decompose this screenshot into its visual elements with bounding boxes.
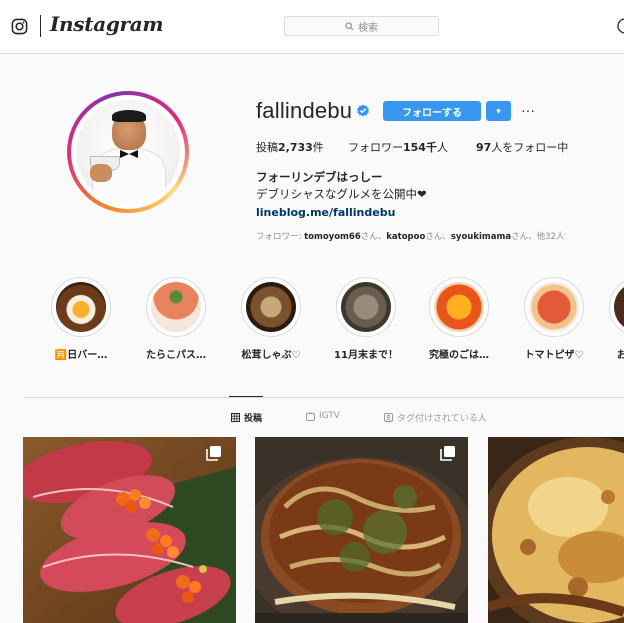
post-thumbnail[interactable] <box>488 437 624 623</box>
highlight-item[interactable]: 🈷️日バー… <box>41 277 121 361</box>
followed-by-user-1[interactable]: tomoyom66 <box>304 232 361 242</box>
highlight-cover <box>51 277 111 337</box>
highlight-cover <box>146 277 206 337</box>
profile-avatar[interactable] <box>67 91 189 213</box>
highlight-cover <box>336 277 396 337</box>
instagram-wordmark[interactable]: Instagram <box>50 12 164 36</box>
followers-count[interactable]: フォロワー154千人 <box>348 139 448 155</box>
verified-badge-icon <box>357 104 369 117</box>
followed-by-sep-3: さん、他32人 <box>511 232 565 242</box>
highlight-label: 究極のごは… <box>429 350 489 361</box>
multiple-photos-icon <box>440 446 455 461</box>
highlight-label: 松茸しゃぶ♡ <box>241 350 301 361</box>
highlight-item[interactable]: トマトピザ♡ <box>514 277 594 361</box>
following-value: 97 <box>476 141 492 154</box>
highlight-label: 🈷️日バー… <box>54 350 108 361</box>
highlight-image <box>341 282 391 332</box>
avatar-hair <box>112 110 146 122</box>
followers-unit: 人 <box>436 141 448 154</box>
highlight-cover <box>241 277 301 337</box>
followers-value: 154千 <box>403 141 437 154</box>
post-image-gratin <box>488 437 624 623</box>
suggested-accounts-dropdown-button[interactable]: ▾ <box>486 101 511 121</box>
highlight-image <box>434 282 484 332</box>
tab-tagged-label: タグ付けされている人 <box>397 414 487 424</box>
igtv-icon <box>306 411 315 421</box>
highlight-label: お <box>617 350 624 361</box>
followed-by-user-3[interactable]: syoukimama <box>451 232 511 242</box>
followers-label: フォロワー <box>348 141 403 154</box>
highlight-item[interactable]: お <box>609 277 624 361</box>
post-thumbnail[interactable] <box>255 437 468 623</box>
tab-tagged[interactable]: タグ付けされている人 <box>384 411 487 424</box>
post-image-wagyu-ikura <box>23 437 236 623</box>
followed-by-text[interactable]: フォロワー: tomoyom66さん、katopooさん、syoukimamaさ… <box>256 230 564 242</box>
explore-compass-icon[interactable] <box>617 18 624 34</box>
highlight-item[interactable]: 究極のごは… <box>419 277 499 361</box>
highlight-item[interactable]: 11月末まで！ <box>326 277 406 361</box>
tab-igtv-label: IGTV <box>319 411 340 421</box>
tab-igtv[interactable]: IGTV <box>306 411 340 421</box>
highlight-cover <box>609 277 624 337</box>
posts-unit: 件 <box>312 141 324 154</box>
profile-username: fallindebu <box>256 98 353 123</box>
tabs-divider <box>24 397 624 398</box>
avatar-photo <box>76 100 180 204</box>
followed-by-sep-2: さん、 <box>425 232 451 242</box>
tab-posts[interactable]: 投稿 <box>231 411 262 424</box>
more-options-button[interactable]: ··· <box>520 103 536 117</box>
followed-by-sep-1: さん、 <box>360 232 387 242</box>
post-image-okonomiyaki <box>255 437 468 623</box>
followed-by-user-2[interactable]: katopoo <box>386 232 425 242</box>
avatar-hand <box>90 164 112 182</box>
following-text: 人をフォロー中 <box>491 141 569 154</box>
highlight-item[interactable]: 松茸しゃぶ♡ <box>231 277 311 361</box>
highlight-image <box>151 282 201 332</box>
highlight-image <box>529 282 579 332</box>
profile-bio: デブリシャスなグルメを公開中❤ <box>256 187 427 201</box>
multiple-photos-icon <box>206 446 221 461</box>
profile-full-name: フォーリンデブはっしー <box>256 170 383 184</box>
highlight-item[interactable]: たらこパス… <box>136 277 216 361</box>
followed-by-prefix: フォロワー: <box>256 232 305 242</box>
follow-button[interactable]: フォローする <box>383 101 481 121</box>
posts-count: 投稿2,733件 <box>256 139 324 155</box>
profile-website-link[interactable]: lineblog.me/fallindebu <box>256 206 395 219</box>
tab-posts-label: 投稿 <box>244 414 263 424</box>
avatar-border <box>71 95 185 209</box>
instagram-camera-icon[interactable] <box>11 18 28 35</box>
search-icon <box>345 21 354 30</box>
highlight-cover <box>429 277 489 337</box>
highlight-cover <box>524 277 584 337</box>
search-input[interactable]: 検索 <box>284 16 439 36</box>
posts-label: 投稿 <box>256 141 278 154</box>
posts-value: 2,733 <box>278 141 313 154</box>
highlight-image <box>246 282 296 332</box>
post-thumbnail[interactable] <box>23 437 236 623</box>
highlight-image <box>614 282 624 332</box>
tagged-icon <box>384 413 393 422</box>
following-count[interactable]: 97人をフォロー中 <box>476 139 568 155</box>
logo-divider <box>40 15 41 37</box>
highlight-label: 11月末まで！ <box>334 350 398 361</box>
search-placeholder: 検索 <box>358 22 378 34</box>
highlight-label: たらこパス… <box>146 350 206 361</box>
highlight-image <box>56 282 106 332</box>
top-navigation-bar: Instagram 検索 <box>0 0 624 54</box>
highlight-label: トマトピザ♡ <box>524 350 584 361</box>
active-tab-indicator <box>229 396 263 397</box>
grid-icon <box>231 413 240 422</box>
